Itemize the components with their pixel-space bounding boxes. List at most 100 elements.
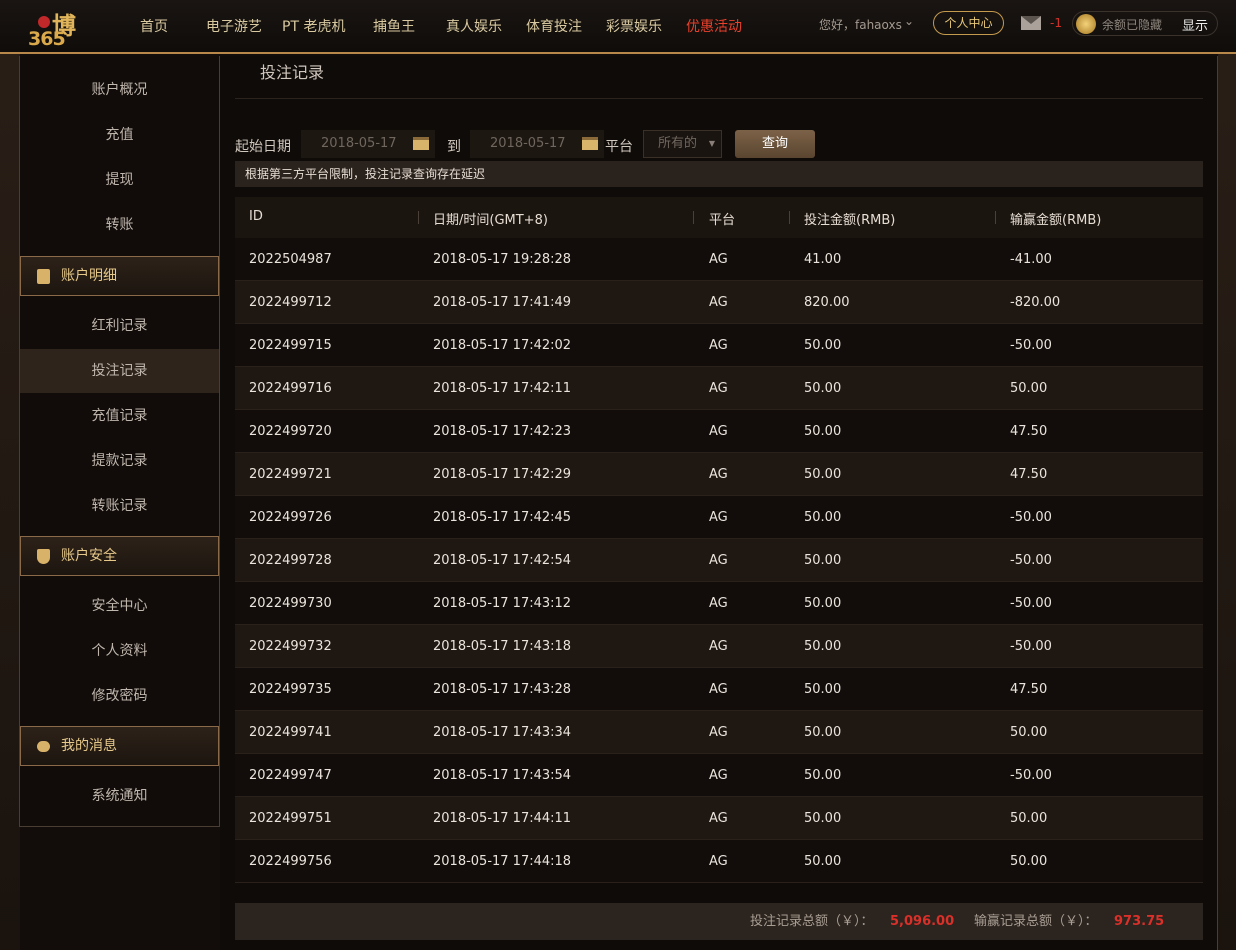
cell-bet-amount: 50.00: [804, 682, 842, 697]
cell-platform: AG: [709, 768, 728, 783]
balance-widget: 余额已隐藏 显示: [1072, 11, 1218, 36]
sidebar-item-transfer[interactable]: 转账: [20, 203, 219, 247]
cell-id: 2022499716: [249, 381, 332, 396]
nav-promotions[interactable]: 优惠活动: [686, 16, 742, 36]
bet-total-value: 5,096.00: [890, 914, 955, 929]
platform-select[interactable]: 所有的 ▼: [643, 130, 722, 158]
bet-total-label: 投注记录总额（￥）：: [750, 914, 874, 929]
cell-bet-amount: 50.00: [804, 596, 842, 611]
nav-live-casino[interactable]: 真人娱乐: [446, 16, 502, 36]
cell-win-loss: -50.00: [1010, 768, 1052, 783]
cell-datetime: 2018-05-17 17:42:29: [433, 467, 572, 482]
table-row: 2022499721 2018-05-17 17:42:29 AG 50.00 47.5…: [235, 453, 1203, 496]
cell-bet-amount: 50.00: [804, 725, 842, 740]
cell-platform: AG: [709, 682, 728, 697]
sidebar-section-account-security[interactable]: 账户安全: [20, 536, 219, 576]
site-logo[interactable]: 博 365: [24, 4, 108, 52]
cell-platform: AG: [709, 596, 728, 611]
nav-sports[interactable]: 体育投注: [526, 16, 582, 36]
chevron-down-icon[interactable]: ⌄: [904, 14, 914, 28]
chat-bubble-icon: [37, 741, 50, 752]
cell-platform: AG: [709, 252, 728, 267]
cell-bet-amount: 50.00: [804, 768, 842, 783]
cell-bet-amount: 50.00: [804, 639, 842, 654]
sidebar-item-profile[interactable]: 个人资料: [20, 629, 219, 673]
table-row: 2022499747 2018-05-17 17:43:54 AG 50.00 -50.…: [235, 754, 1203, 797]
divider: [235, 98, 1203, 99]
sidebar-item-security-center[interactable]: 安全中心: [20, 584, 219, 628]
cell-datetime: 2018-05-17 19:28:28: [433, 252, 572, 267]
sidebar-item-overview[interactable]: 账户概况: [20, 68, 219, 112]
cell-platform: AG: [709, 854, 728, 869]
column-separator: [693, 211, 694, 224]
background-right: [1218, 0, 1236, 950]
cell-datetime: 2018-05-17 17:43:34: [433, 725, 572, 740]
start-date-input[interactable]: 2018-05-17: [301, 130, 435, 158]
sidebar-item-withdraw[interactable]: 提现: [20, 158, 219, 202]
cell-id: 2022499712: [249, 295, 332, 310]
cell-datetime: 2018-05-17 17:42:54: [433, 553, 572, 568]
calendar-icon[interactable]: [582, 137, 598, 150]
cell-bet-amount: 820.00: [804, 295, 850, 310]
table-row: 2022499728 2018-05-17 17:42:54 AG 50.00 -50.…: [235, 539, 1203, 582]
nav-home[interactable]: 首页: [140, 16, 168, 36]
cell-platform: AG: [709, 338, 728, 353]
sidebar: 账户概况 充值 提现 转账 账户明细 红利记录 投注记录 充值记录 提款记录 转…: [19, 56, 220, 827]
cell-win-loss: -50.00: [1010, 639, 1052, 654]
cell-bet-amount: 50.00: [804, 510, 842, 525]
win-total-value: 973.75: [1114, 914, 1165, 929]
cell-win-loss: -50.00: [1010, 596, 1052, 611]
sidebar-item-bonus-records[interactable]: 红利记录: [20, 304, 219, 348]
calculator-icon: [37, 269, 50, 284]
nav-pt-slots[interactable]: PT 老虎机: [282, 16, 345, 36]
cell-datetime: 2018-05-17 17:43:28: [433, 682, 572, 697]
sidebar-section-messages[interactable]: 我的消息: [20, 726, 219, 766]
cell-win-loss: 50.00: [1010, 854, 1048, 869]
nav-lottery[interactable]: 彩票娱乐: [606, 16, 662, 36]
sidebar-item-withdraw-records[interactable]: 提款记录: [20, 439, 219, 483]
sidebar-item-deposit-records[interactable]: 充值记录: [20, 394, 219, 438]
query-button[interactable]: 查询: [735, 130, 815, 158]
cell-platform: AG: [709, 639, 728, 654]
nav-fishing[interactable]: 捕鱼王: [373, 16, 415, 36]
nav-slots[interactable]: 电子游艺: [206, 16, 262, 36]
table-row: 2022499735 2018-05-17 17:43:28 AG 50.00 47.5…: [235, 668, 1203, 711]
sidebar-item-transfer-records[interactable]: 转账记录: [20, 484, 219, 528]
background-left: [0, 0, 20, 950]
personal-center-button[interactable]: 个人中心: [933, 11, 1004, 35]
sidebar-item-bet-records[interactable]: 投注记录: [20, 349, 219, 393]
table-row: 2022499730 2018-05-17 17:43:12 AG 50.00 -50.…: [235, 582, 1203, 625]
sidebar-section-account-details[interactable]: 账户明细: [20, 256, 219, 296]
column-header-id: ID: [249, 209, 263, 224]
calendar-icon[interactable]: [413, 137, 429, 150]
sidebar-item-deposit[interactable]: 充值: [20, 113, 219, 157]
cell-datetime: 2018-05-17 17:43:54: [433, 768, 572, 783]
cell-win-loss: -41.00: [1010, 252, 1052, 267]
cell-platform: AG: [709, 725, 728, 740]
dice-icon: [38, 16, 50, 28]
table-row: 2022499751 2018-05-17 17:44:11 AG 50.00 50.0…: [235, 797, 1203, 840]
show-balance-button[interactable]: 显示: [1182, 15, 1208, 34]
cell-datetime: 2018-05-17 17:43:12: [433, 596, 572, 611]
column-header-win-loss: 输赢金额(RMB): [1010, 213, 1102, 228]
dropdown-arrow-icon: ▼: [708, 139, 715, 148]
mail-icon[interactable]: [1021, 16, 1041, 30]
cell-datetime: 2018-05-17 17:42:11: [433, 381, 572, 396]
sidebar-item-change-password[interactable]: 修改密码: [20, 674, 219, 718]
cell-id: 2022499721: [249, 467, 332, 482]
cell-win-loss: 47.50: [1010, 424, 1048, 439]
sidebar-item-system-notices[interactable]: 系统通知: [20, 774, 219, 818]
user-greeting[interactable]: 您好，fahaoxs: [819, 16, 902, 33]
coin-icon: [1076, 14, 1096, 34]
column-header-datetime: 日期/时间(GMT+8): [433, 213, 548, 228]
cell-id: 2022499726: [249, 510, 332, 525]
end-date-input[interactable]: 2018-05-17: [470, 130, 604, 158]
cell-win-loss: 47.50: [1010, 467, 1048, 482]
cell-datetime: 2018-05-17 17:41:49: [433, 295, 572, 310]
table-row: 2022499756 2018-05-17 17:44:18 AG 50.00 50.0…: [235, 840, 1203, 883]
cell-win-loss: 47.50: [1010, 682, 1048, 697]
cell-bet-amount: 50.00: [804, 338, 842, 353]
table-header: ID 日期/时间(GMT+8) 平台 投注金额(RMB) 输赢金额(RMB): [235, 197, 1203, 238]
cell-datetime: 2018-05-17 17:42:23: [433, 424, 572, 439]
cell-id: 2022499715: [249, 338, 332, 353]
